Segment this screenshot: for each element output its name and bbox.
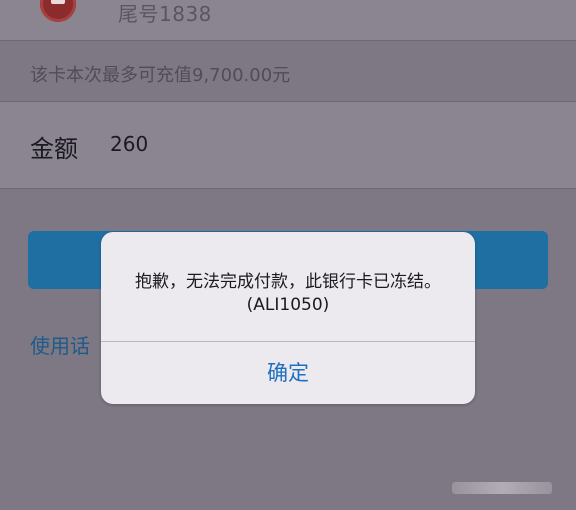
card-tail-number: 尾号1838	[118, 2, 212, 26]
watermark	[452, 482, 552, 494]
bank-logo-icon	[40, 0, 76, 22]
amount-row[interactable]: 金额 260	[0, 101, 576, 189]
bank-card-row[interactable]: 尾号1838	[0, 0, 576, 41]
dialog-error-code: (ALI1050)	[246, 295, 330, 315]
amount-input[interactable]: 260	[110, 132, 148, 156]
amount-label: 金额	[30, 135, 78, 163]
use-phone-link[interactable]: 使用话	[30, 330, 90, 359]
recharge-limit-hint: 该卡本次最多可充值9,700.00元	[30, 65, 291, 86]
dialog-message: 抱歉，无法完成付款，此银行卡已冻结。	[135, 272, 441, 292]
alert-dialog: 抱歉，无法完成付款，此银行卡已冻结。 (ALI1050) 确定	[101, 232, 475, 404]
payment-screen: 尾号1838 该卡本次最多可充值9,700.00元 金额 260 使用话 抱歉，…	[0, 0, 576, 510]
dialog-ok-button[interactable]: 确定	[101, 342, 475, 404]
